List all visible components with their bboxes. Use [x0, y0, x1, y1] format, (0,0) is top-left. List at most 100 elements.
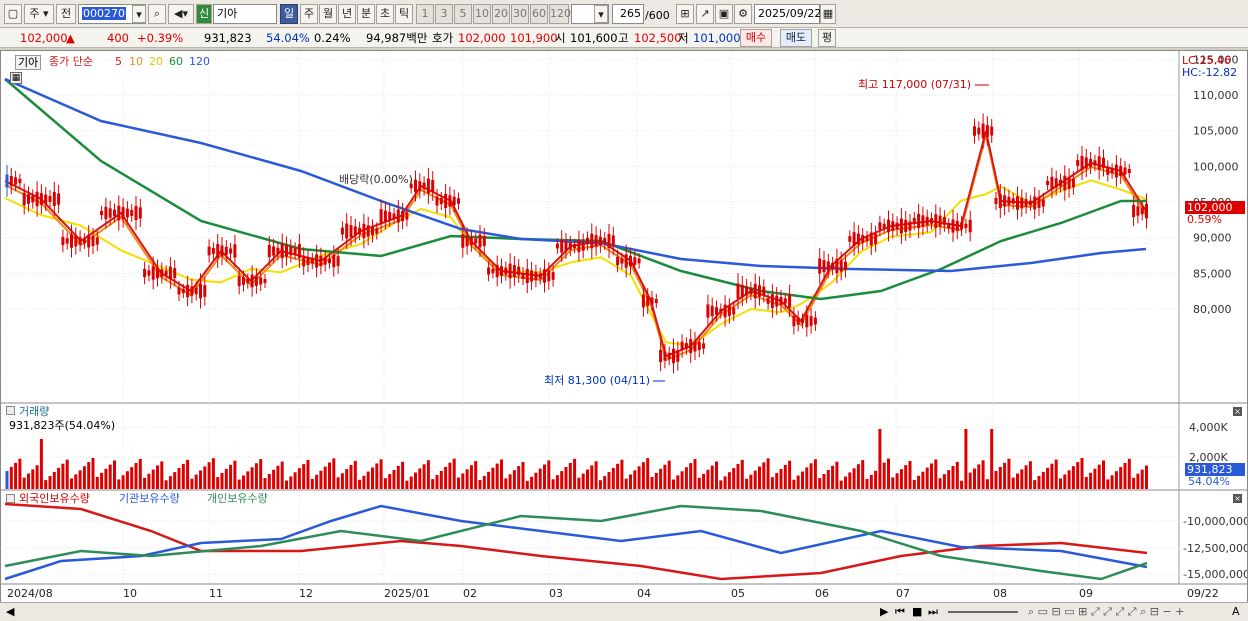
candle-body	[319, 255, 323, 267]
candle-body	[1067, 177, 1071, 189]
num-20[interactable]: 20	[492, 4, 510, 24]
buy-button[interactable]: 매수	[740, 29, 772, 47]
tab-month[interactable]: 월	[319, 4, 337, 24]
market-select[interactable]: 주 ▾	[24, 4, 54, 24]
volume-bar	[117, 479, 121, 489]
count-input[interactable]: 265	[612, 4, 644, 24]
close-icon[interactable]: ×	[1233, 407, 1242, 416]
volume-value: 931,823	[204, 31, 252, 45]
search-icon[interactable]: ⌕	[148, 4, 166, 24]
volume-bar	[358, 479, 362, 489]
holding-tick-label: -12,500,000	[1183, 542, 1247, 555]
tab-year[interactable]: 년	[338, 4, 356, 24]
volume-bar	[633, 470, 637, 489]
volume-bar	[676, 475, 680, 489]
candle-body	[306, 257, 310, 265]
date-input[interactable]: 2025/09/22	[754, 4, 821, 24]
volume-bar	[125, 471, 129, 489]
volume-bar	[237, 479, 241, 489]
num-5[interactable]: 5	[454, 4, 472, 24]
font-size-icon[interactable]: A	[1232, 605, 1240, 618]
candle-body	[173, 268, 177, 278]
holding-pane-icon[interactable]	[6, 494, 15, 503]
candle-body	[990, 126, 994, 136]
volume-bar	[736, 464, 740, 489]
num-30[interactable]: 30	[511, 4, 529, 24]
volume-bar	[190, 478, 194, 489]
num-1[interactable]: 1	[416, 4, 434, 24]
candle-body	[82, 238, 86, 244]
volume-title: 거래량	[19, 405, 50, 418]
sell-button[interactable]: 매도	[780, 29, 812, 47]
volume-pane-icon[interactable]	[6, 406, 15, 415]
volume-bar	[431, 479, 435, 489]
volume-bar	[345, 469, 349, 489]
close-icon[interactable]: ×	[1233, 494, 1242, 503]
volume-bar	[121, 475, 125, 489]
zoom-slider[interactable]	[948, 611, 1018, 613]
volume-bar	[444, 466, 448, 489]
volume-bar	[985, 479, 989, 489]
play-forward-icon[interactable]: ⏭	[928, 605, 938, 618]
volume-bar	[147, 473, 151, 489]
scroll-left-icon[interactable]: ◀	[6, 605, 14, 618]
volume-bar	[646, 458, 650, 489]
candle-body	[52, 191, 56, 207]
candle-body	[224, 246, 228, 256]
candle-body	[1059, 179, 1062, 187]
volume-bar	[805, 467, 809, 489]
code-dropdown[interactable]: ▾	[132, 5, 146, 23]
tab-week[interactable]: 주	[300, 4, 318, 24]
volume-bar	[981, 460, 985, 489]
volume-bar	[818, 478, 822, 489]
new-badge[interactable]: 신	[196, 4, 212, 24]
play-back-icon[interactable]: ⏮	[895, 605, 905, 618]
ma-120-label: 120	[189, 55, 210, 68]
table-icon[interactable]: ▦	[10, 72, 22, 84]
scroll-right-icon[interactable]: ▶	[880, 605, 888, 618]
volume-bar	[951, 466, 955, 489]
volume-bar	[693, 459, 697, 489]
name-input[interactable]: 기아	[213, 4, 277, 24]
stop-icon[interactable]: ■	[912, 605, 922, 618]
chart-type-icon[interactable]: ⊞	[676, 4, 694, 24]
tab-second[interactable]: 초	[376, 4, 394, 24]
candle-body	[293, 248, 297, 254]
volume-bar	[667, 460, 671, 489]
num-120[interactable]: 120	[549, 4, 571, 24]
time-tick-label: 09/22	[1187, 587, 1219, 600]
num-3[interactable]: 3	[435, 4, 453, 24]
symbol-tag[interactable]: 기아	[15, 55, 42, 70]
tab-day[interactable]: 일	[280, 4, 298, 24]
speaker-icon[interactable]: ◀▾	[168, 4, 194, 24]
volume-bar	[998, 466, 1002, 489]
volume-bar	[306, 460, 310, 489]
chart-canvas[interactable]: 115,000110,000105,000100,00095,00090,000…	[1, 51, 1247, 603]
window-icon[interactable]: ▢	[4, 4, 22, 24]
scope-button[interactable]: 전	[56, 4, 76, 24]
draw-icon[interactable]: ↗	[696, 4, 714, 24]
tab-tick[interactable]: 틱	[395, 4, 413, 24]
volume-bar	[878, 429, 882, 489]
volume-bar	[74, 474, 78, 489]
volume-bar	[831, 465, 835, 489]
num-60[interactable]: 60	[530, 4, 548, 24]
save-icon[interactable]: ▣	[715, 4, 733, 24]
gear-icon[interactable]: ⚙	[734, 4, 752, 24]
toolbar: ▢ 주 ▾ 전 000270 ▾ ⌕ ◀▾ 신 기아 일 주 월 년 분 초 틱…	[0, 0, 1248, 28]
candle-body	[267, 244, 271, 258]
candle-body	[461, 234, 465, 248]
candle-body	[457, 198, 460, 204]
candle-body	[586, 237, 589, 245]
custom-period-dropdown[interactable]: ▾	[594, 5, 608, 23]
tab-minute[interactable]: 분	[357, 4, 375, 24]
candle-body	[156, 267, 159, 279]
tools-icon[interactable]: ⌕ ▭ ⊟ ▭ ⊞ ⤢ ⤢ ⤢ ⤢ ⌕ ⊟ − +	[1028, 605, 1184, 618]
eval-button[interactable]: 평	[818, 29, 836, 47]
calendar-icon[interactable]: ▦	[820, 4, 836, 24]
scroll-bar[interactable]: ◀ ▶ ⏮ ■ ⏭ ⌕ ▭ ⊟ ▭ ⊞ ⤢ ⤢ ⤢ ⤢ ⌕ ⊟ − + A	[0, 602, 1248, 621]
num-10[interactable]: 10	[473, 4, 491, 24]
time-tick-label: 09	[1079, 587, 1093, 600]
chart-area[interactable]: 115,000110,000105,000100,00095,00090,000…	[0, 50, 1248, 604]
volume-bar	[177, 468, 181, 489]
